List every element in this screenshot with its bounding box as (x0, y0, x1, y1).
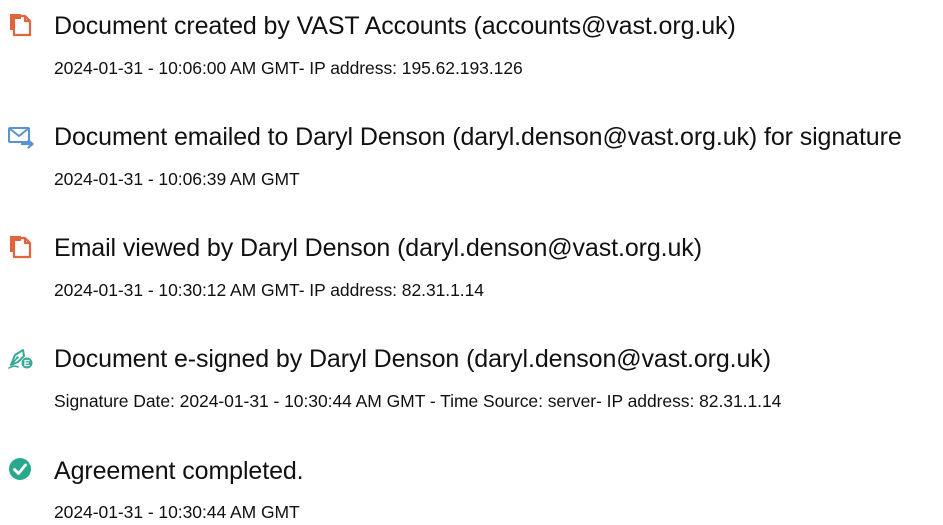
event-detail: 2024-01-31 - 10:30:44 AM GMT (54, 502, 300, 522)
email-send-icon (6, 121, 36, 151)
event-title: Document created by VAST Accounts (accou… (54, 12, 736, 40)
event-title: Agreement completed. (54, 457, 304, 485)
event-detail: Signature Date: 2024-01-31 - 10:30:44 AM… (54, 391, 782, 411)
pen-signature-icon (6, 343, 36, 373)
document-icon (6, 232, 36, 262)
check-circle-icon (6, 454, 36, 484)
document-icon (6, 10, 36, 40)
event-detail: 2024-01-31 - 10:30:12 AM GMT- IP address… (54, 280, 484, 300)
event-title: Document e-signed by Daryl Denson (daryl… (54, 345, 771, 373)
event-detail: 2024-01-31 - 10:06:39 AM GMT (54, 169, 300, 189)
event-title: Document emailed to Daryl Denson (daryl.… (54, 123, 902, 151)
event-title: Email viewed by Daryl Denson (daryl.dens… (54, 234, 702, 262)
event-detail: 2024-01-31 - 10:06:00 AM GMT- IP address… (54, 58, 523, 78)
